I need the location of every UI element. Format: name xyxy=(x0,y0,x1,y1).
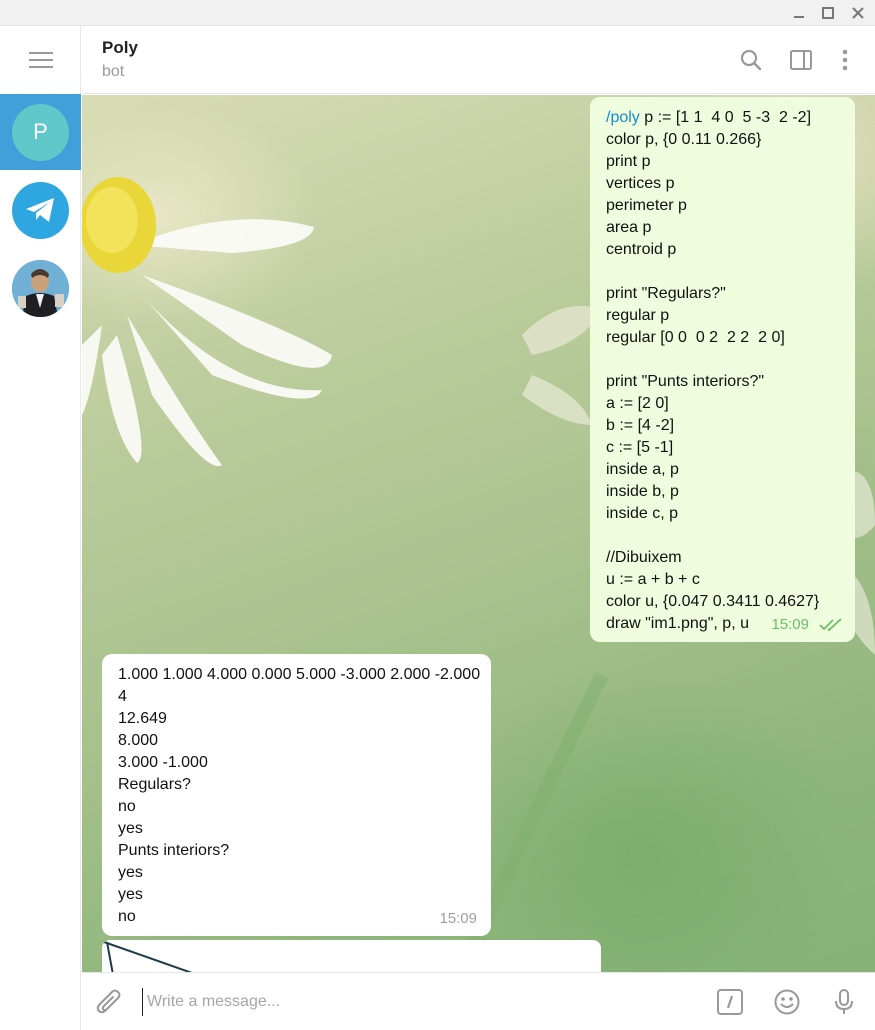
message-line: a := [2 0] xyxy=(606,395,669,412)
message-line: centroid p xyxy=(606,241,677,258)
message-line: inside c, p xyxy=(606,505,679,522)
chat-item-telegram[interactable] xyxy=(0,172,81,248)
message-meta: 15:09 xyxy=(771,614,843,636)
chat-item-user[interactable] xyxy=(0,250,81,326)
message-line: area p xyxy=(606,219,652,236)
message-line: yes xyxy=(118,820,143,837)
message-line: color u, {0.047 0.3411 0.4627} xyxy=(606,593,820,610)
user-photo-avatar xyxy=(12,259,69,317)
message-line: /poly p := [1 1 4 0 5 -3 2 -2] xyxy=(606,107,839,129)
close-icon[interactable] xyxy=(847,3,869,23)
bot-command-link[interactable]: /poly xyxy=(606,109,640,126)
paperclip-icon[interactable] xyxy=(94,987,124,1017)
message-line: 3.000 -1.000 xyxy=(118,754,208,771)
double-check-icon xyxy=(819,618,842,632)
chat-item-poly[interactable]: P xyxy=(0,94,81,170)
message-line: Regulars? xyxy=(118,776,191,793)
message-line: Punts interiors? xyxy=(118,842,230,859)
message-line: no xyxy=(118,908,136,925)
message-line: yes xyxy=(118,886,143,903)
message-line: inside b, p xyxy=(606,483,679,500)
message-text: p := [1 1 4 0 5 -3 2 -2] xyxy=(639,109,812,126)
message-line: 4 xyxy=(118,688,127,705)
message-line: vertices p xyxy=(606,175,675,192)
window-titlebar xyxy=(0,0,875,26)
message-line: //Dibuixem xyxy=(606,549,682,566)
image-message-bubble[interactable] xyxy=(102,940,601,972)
message-line: yes xyxy=(118,864,143,881)
chat-status: bot xyxy=(102,63,125,80)
maximize-icon[interactable] xyxy=(817,3,839,23)
message-line xyxy=(606,525,839,547)
avatar: P xyxy=(12,103,69,161)
message-composer xyxy=(82,972,875,1030)
message-time: 15:09 xyxy=(439,910,477,927)
message-line: print "Regulars?" xyxy=(606,285,726,302)
message-line: b := [4 -2] xyxy=(606,417,675,434)
message-line: regular p xyxy=(606,307,670,324)
message-line: print p xyxy=(606,153,651,170)
message-line: regular [0 0 0 2 2 2 2 0] xyxy=(606,329,785,346)
incoming-message-bubble[interactable]: 1.000 1.000 4.000 0.000 5.000 -3.000 2.0… xyxy=(102,654,491,936)
chat-list-sidebar: P xyxy=(0,26,81,1030)
message-input[interactable] xyxy=(142,988,702,1016)
message-line: c := [5 -1] xyxy=(606,439,674,456)
message-line: perimeter p xyxy=(606,197,687,214)
microphone-icon[interactable] xyxy=(829,987,859,1017)
message-line: 1.000 1.000 4.000 0.000 5.000 -3.000 2.0… xyxy=(118,666,481,683)
message-time: 15:09 xyxy=(771,616,809,633)
message-line: no xyxy=(118,798,136,815)
outgoing-message-bubble[interactable]: /poly p := [1 1 4 0 5 -3 2 -2] color p, … xyxy=(590,97,855,642)
message-line: color p, {0 0.11 0.266} xyxy=(606,131,762,148)
emoji-icon[interactable] xyxy=(772,987,802,1017)
avatar-initial: P xyxy=(33,119,48,144)
hamburger-menu-icon[interactable] xyxy=(0,26,81,94)
sidebar-toggle-icon[interactable] xyxy=(787,46,815,74)
search-icon[interactable] xyxy=(737,46,765,74)
more-vertical-icon[interactable] xyxy=(831,46,859,74)
bot-command-icon[interactable] xyxy=(715,987,745,1017)
minimize-icon[interactable] xyxy=(788,3,810,23)
chat-title[interactable]: Poly xyxy=(102,38,138,58)
telegram-icon xyxy=(12,181,69,239)
message-line: u := a + b + c xyxy=(606,571,700,588)
message-line xyxy=(606,261,839,283)
message-line xyxy=(606,349,839,371)
message-line: 12.649 xyxy=(118,710,167,727)
chat-header: Poly bot xyxy=(82,26,875,94)
polygon-drawing-image xyxy=(103,941,193,972)
message-line: print "Punts interiors?" xyxy=(606,373,765,390)
message-line: 8.000 xyxy=(118,732,159,749)
message-line: inside a, p xyxy=(606,461,679,478)
chat-history[interactable]: /poly p := [1 1 4 0 5 -3 2 -2] color p, … xyxy=(82,95,875,972)
